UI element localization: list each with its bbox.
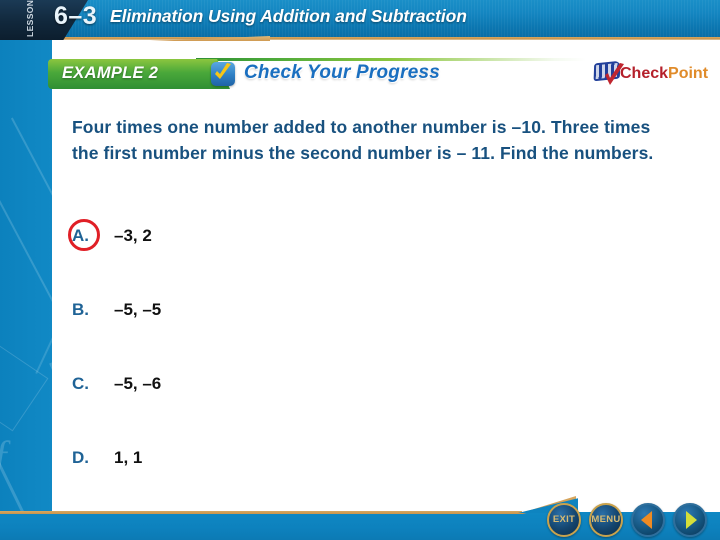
next-slide-button[interactable]: [673, 503, 707, 537]
menu-button-label: MENU: [591, 514, 621, 525]
question-text: Four times one number added to another n…: [72, 117, 654, 163]
checkmark-icon: [211, 62, 235, 86]
footer-gold-rule: [0, 511, 522, 514]
sidebar-watermark-box: [0, 342, 49, 432]
page-title: Elimination Using Addition and Subtracti…: [110, 6, 467, 26]
banner-green-rule: [196, 58, 586, 61]
choice-value-a: –3, 2: [114, 226, 152, 245]
content-area: [52, 40, 720, 512]
header-gold-rule: [0, 37, 720, 40]
previous-slide-button[interactable]: [631, 503, 665, 537]
choice-letter-a: A.: [72, 226, 89, 245]
sidebar-watermark-line: [0, 197, 52, 305]
example-label: EXAMPLE 2: [62, 64, 159, 82]
lesson-number: 6–3: [54, 2, 98, 30]
choice-letter-c: C.: [72, 374, 89, 393]
exit-button-label: EXIT: [552, 514, 576, 525]
arrow-left-icon: [641, 511, 652, 529]
choice-letter-b: B.: [72, 300, 89, 319]
choice-letter-d: D.: [72, 448, 89, 467]
slide-root: ƒ LESSON 6–3 Elimination Using Addition …: [0, 0, 720, 540]
arrow-right-icon: [686, 511, 697, 529]
choice-value-d: 1, 1: [114, 448, 143, 467]
menu-button[interactable]: MENU: [589, 503, 623, 537]
exit-button[interactable]: EXIT: [547, 503, 581, 537]
check-your-progress-title: Check Your Progress: [244, 62, 440, 83]
choice-value-b: –5, –5: [114, 300, 162, 319]
sidebar-watermark-line: [35, 228, 52, 374]
logo-point-word: Point: [668, 65, 709, 82]
sidebar-watermark-line: [10, 117, 52, 225]
checkpoint-logo: CheckPoint: [593, 60, 714, 90]
left-sidebar: ƒ: [0, 0, 52, 540]
logo-check-word: Check: [620, 65, 669, 82]
checkpoint-wordmark: CheckPoint: [620, 65, 708, 83]
choice-value-c: –5, –6: [114, 374, 162, 393]
